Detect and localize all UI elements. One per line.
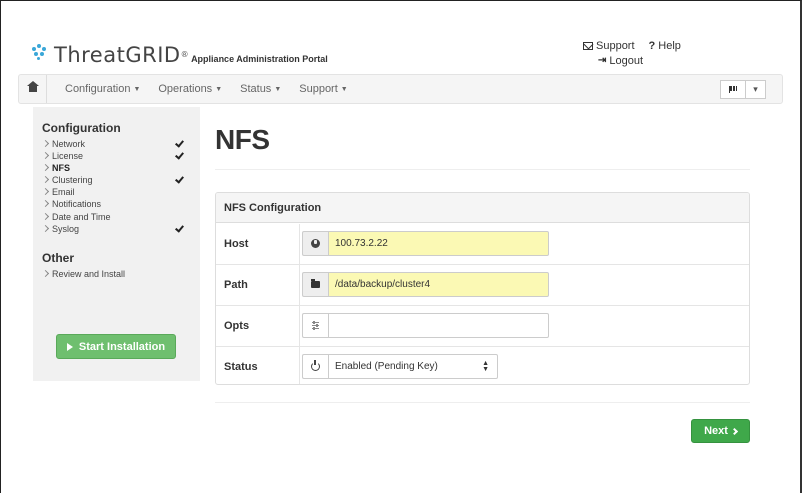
path-input[interactable] — [328, 272, 549, 297]
sidebar-item-license[interactable]: License — [33, 150, 200, 162]
row-divider — [299, 265, 300, 306]
nav-configuration[interactable]: Configuration ▼ — [65, 83, 140, 95]
host-addon — [302, 231, 328, 256]
logout-link[interactable]: ⇥ Logout — [598, 55, 643, 67]
top-links: Support ? Help ⇥ Logout — [583, 40, 681, 67]
path-row: Path — [216, 265, 749, 306]
sidebar-item-review-and-install[interactable]: Review and Install — [33, 268, 200, 280]
chevron-right-icon — [41, 212, 50, 220]
opts-input-group — [302, 313, 549, 338]
flag-button[interactable] — [720, 80, 746, 99]
chevron-right-icon — [41, 164, 50, 172]
sidebar-other-list: Review and Install — [33, 268, 200, 280]
folder-icon — [311, 279, 320, 288]
host-input-group — [302, 231, 549, 256]
sidebar-item-email[interactable]: Email — [33, 186, 200, 198]
sidebar-item-nfs[interactable]: NFS — [33, 162, 200, 174]
sliders-icon — [311, 321, 320, 330]
threatgrid-logo-icon — [30, 43, 52, 65]
help-link[interactable]: ? Help — [649, 40, 681, 52]
row-divider — [299, 306, 300, 347]
sidebar-item-notifications[interactable]: Notifications — [33, 198, 200, 210]
sidebar-item-syslog[interactable]: Syslog — [33, 222, 200, 235]
bottom-divider — [215, 402, 750, 403]
envelope-icon — [583, 42, 593, 50]
path-addon — [302, 272, 328, 297]
sidebar-heading-other: Other — [42, 250, 75, 265]
checkmark-icon — [175, 150, 184, 160]
status-select[interactable]: Enabled (Pending Key) ▲ ▼ — [328, 354, 498, 379]
sidebar: Configuration Network License NFS Cluste… — [33, 107, 200, 381]
chevron-right-icon — [41, 188, 50, 196]
nav-status[interactable]: Status ▼ — [240, 83, 281, 95]
language-selector: ▾ — [720, 80, 766, 99]
opts-row: Opts — [216, 306, 749, 347]
play-icon — [66, 342, 73, 351]
next-button[interactable]: Next — [691, 419, 750, 443]
chevron-right-icon — [41, 224, 50, 232]
chevron-right-icon — [730, 427, 738, 435]
host-label: Host — [224, 238, 249, 250]
nav-support[interactable]: Support ▼ — [299, 83, 347, 95]
sidebar-item-network[interactable]: Network — [33, 138, 200, 150]
home-button[interactable] — [19, 75, 47, 103]
status-addon — [302, 354, 328, 379]
checkmark-icon — [175, 174, 184, 184]
brand-logo: ThreatGRID® Appliance Administration Por… — [30, 44, 328, 66]
question-icon: ? — [648, 40, 656, 52]
page-title: NFS — [215, 124, 270, 155]
row-divider — [299, 347, 300, 384]
flag-icon — [728, 86, 738, 93]
logout-icon: ⇥ — [598, 55, 607, 66]
chevron-right-icon — [41, 139, 50, 148]
logo-text: ThreatGRID® — [54, 43, 190, 67]
flag-dropdown-toggle[interactable]: ▾ — [746, 80, 766, 99]
chevron-right-icon — [41, 269, 50, 277]
status-input-group: Enabled (Pending Key) ▲ ▼ — [302, 354, 498, 379]
opts-input[interactable] — [328, 313, 549, 338]
panel-heading: NFS Configuration — [216, 193, 749, 223]
chevron-right-icon — [41, 176, 50, 184]
title-divider — [215, 169, 750, 170]
chevron-right-icon — [41, 152, 50, 160]
sidebar-item-clustering[interactable]: Clustering — [33, 174, 200, 186]
opts-addon — [302, 313, 328, 338]
support-link[interactable]: Support — [583, 40, 635, 52]
main-navbar: Configuration ▼ Operations ▼ Status ▼ Suppo… — [18, 74, 783, 104]
chevron-right-icon — [41, 200, 50, 208]
status-label: Status — [224, 361, 258, 373]
select-arrows-icon: ▲ ▼ — [482, 360, 489, 373]
globe-icon — [311, 239, 320, 248]
host-input[interactable] — [328, 231, 549, 256]
nfs-config-panel: NFS Configuration Host Path Opts Status — [215, 192, 750, 385]
nav-operations[interactable]: Operations ▼ — [158, 83, 222, 95]
sidebar-item-date-and-time[interactable]: Date and Time — [33, 211, 200, 223]
power-icon — [311, 360, 320, 371]
home-icon — [26, 80, 39, 94]
portal-subtitle: Appliance Administration Portal — [191, 54, 328, 64]
checkmark-icon — [175, 138, 184, 148]
path-input-group — [302, 272, 549, 297]
path-label: Path — [224, 279, 248, 291]
opts-label: Opts — [224, 320, 250, 332]
chevron-down-icon: ▾ — [753, 84, 758, 94]
checkmark-icon — [175, 222, 184, 233]
host-row: Host — [216, 224, 749, 265]
row-divider — [299, 224, 300, 265]
start-installation-button[interactable]: Start Installation — [56, 334, 176, 359]
status-row: Status Enabled (Pending Key) ▲ ▼ — [216, 347, 749, 384]
sidebar-heading-configuration: Configuration — [42, 121, 121, 135]
sidebar-config-list: Network License NFS Clustering Email Not… — [33, 138, 200, 235]
